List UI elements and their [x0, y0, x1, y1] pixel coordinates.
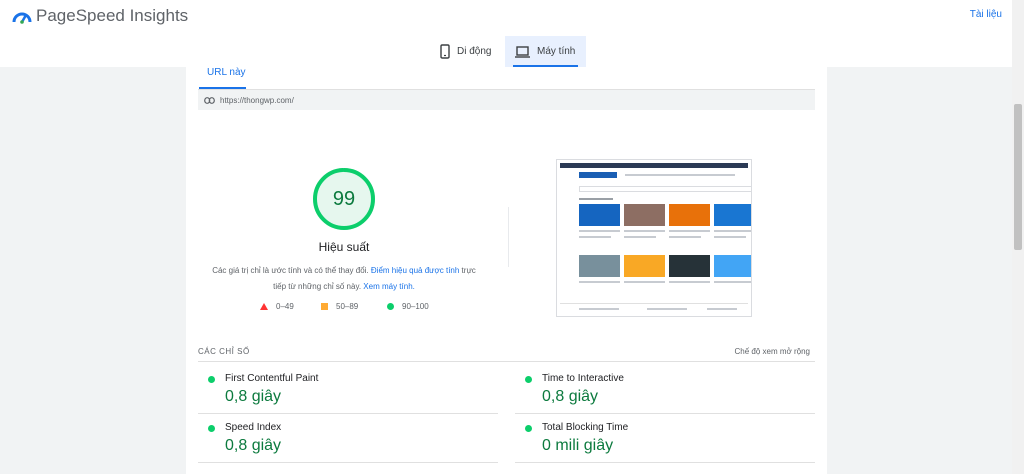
pass-circle-icon: [208, 425, 215, 432]
thumb-search: [579, 186, 751, 192]
report-panel: URL này https://thongwp.com/ 99 Hiệu suấ…: [186, 67, 827, 474]
thumb-card: [714, 255, 751, 277]
pass-circle-icon: [525, 376, 532, 383]
metric-value: 0,8 giây: [542, 388, 599, 405]
tab-mobile-label: Di động: [457, 46, 492, 57]
thumb-card: [624, 204, 665, 226]
square-icon: [321, 303, 328, 310]
thumb-card: [579, 204, 620, 226]
performance-description: Các giá trị chỉ là ước tính và có thể th…: [206, 263, 482, 295]
link-icon: [204, 96, 215, 104]
pass-circle-icon: [208, 376, 215, 383]
thumb-heading: [579, 198, 613, 200]
performance-label: Hiệu suất: [318, 240, 370, 254]
thumb-card: [669, 204, 710, 226]
thumb-text-line: [707, 308, 737, 310]
thumb-card: [624, 255, 665, 277]
pagespeed-logo-icon: [12, 12, 32, 24]
thumb-text-line: [669, 230, 710, 232]
page-screenshot-thumbnail: [556, 159, 752, 317]
thumb-text-line: [669, 236, 701, 238]
metric-name: Total Blocking Time: [542, 422, 629, 433]
metrics-divider: [198, 361, 815, 362]
thumb-text-line: [624, 236, 656, 238]
tested-url: https://thongwp.com/: [220, 95, 294, 105]
thumb-topbar: [560, 163, 748, 168]
thumb-text-line: [579, 308, 619, 310]
metrics-title: CÁC CHỈ SỐ: [198, 347, 250, 356]
laptop-icon: [515, 45, 530, 58]
logo[interactable]: PageSpeed Insights: [12, 6, 188, 26]
legend-pass-range: 90–100: [402, 302, 429, 311]
device-tabs: Di động Máy tính: [0, 36, 1012, 67]
url-bar: https://thongwp.com/: [198, 89, 815, 110]
scrollbar-thumb[interactable]: [1014, 104, 1022, 250]
metric-value: 0,8 giây: [225, 388, 282, 405]
thumb-text-line: [579, 281, 620, 283]
pass-circle-icon: [525, 425, 532, 432]
view-calculator-link[interactable]: Xem máy tính.: [363, 282, 415, 291]
top-bar: PageSpeed Insights Tài liệu: [0, 0, 1012, 36]
thumb-card: [579, 255, 620, 277]
tab-this-url[interactable]: URL này: [207, 67, 246, 78]
metric-separator: [198, 413, 498, 414]
thumb-card: [714, 204, 751, 226]
app-title: PageSpeed Insights: [36, 6, 189, 25]
thumb-card: [669, 255, 710, 277]
thumb-text-line: [579, 236, 611, 238]
legend-fail-range: 0–49: [276, 302, 294, 311]
thumb-text-line: [714, 281, 751, 283]
thumb-site-logo: [579, 172, 617, 178]
metric-separator: [515, 413, 815, 414]
metric-separator: [198, 462, 498, 463]
thumb-text-line: [714, 230, 751, 232]
metric-name: First Contentful Paint: [225, 373, 319, 384]
legend-fail: 0–49: [260, 302, 294, 311]
expanded-view-toggle[interactable]: Chế độ xem mở rộng: [735, 347, 811, 356]
phone-icon: [440, 44, 450, 59]
thumb-text-line: [714, 236, 746, 238]
metric-name: Time to Interactive: [542, 373, 624, 384]
metric-separator: [515, 462, 815, 463]
tab-mobile[interactable]: Di động: [430, 36, 501, 67]
tab-desktop-label: Máy tính: [537, 46, 576, 57]
thumb-text-line: [669, 281, 710, 283]
metric-value: 0,8 giây: [225, 437, 282, 454]
desc-text-1: Các giá trị chỉ là ước tính và có thể th…: [212, 266, 371, 275]
section-divider: [508, 207, 509, 267]
thumb-text-line: [624, 230, 665, 232]
thumb-footer-line: [560, 303, 748, 304]
score-calc-link[interactable]: Điểm hiệu quả được tính: [371, 266, 459, 275]
performance-score: 99: [332, 188, 356, 210]
legend-average-range: 50–89: [336, 302, 359, 311]
metric-value: 0 mili giây: [542, 437, 614, 454]
circle-icon: [387, 303, 394, 310]
tab-desktop[interactable]: Máy tính: [505, 36, 586, 67]
legend-pass: 90–100: [387, 302, 429, 311]
thumb-text-line: [647, 308, 687, 310]
metric-name: Speed Index: [225, 422, 282, 433]
legend-average: 50–89: [321, 302, 358, 311]
triangle-icon: [260, 303, 268, 310]
thumb-nav: [625, 174, 735, 176]
thumb-text-line: [624, 281, 665, 283]
thumb-search-button: [751, 186, 752, 192]
thumb-text-line: [579, 230, 620, 232]
docs-link[interactable]: Tài liệu: [970, 9, 1002, 20]
